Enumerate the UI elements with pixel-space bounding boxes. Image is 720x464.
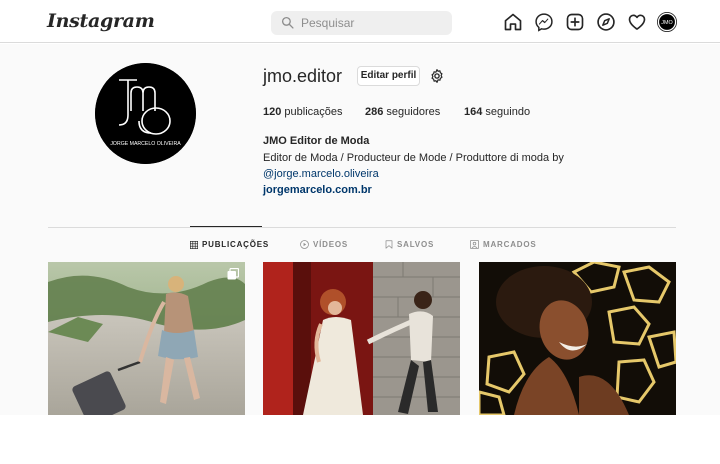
tab-publicacoes[interactable]: PUBLICAÇÕES — [190, 240, 269, 249]
post-thumbnail[interactable] — [479, 262, 676, 415]
page-bottom-area — [0, 415, 720, 464]
followers-label: seguidores — [386, 106, 441, 118]
top-navigation-bar: Instagram Pesquisar JMO — [0, 0, 720, 43]
tab-marcados-label: MARCADOS — [483, 240, 537, 249]
post-image-woman-with-suitcase — [48, 262, 245, 415]
search-input[interactable]: Pesquisar — [271, 11, 452, 35]
posts-label: publicações — [284, 106, 343, 118]
following-stat[interactable]: 164 seguindo — [464, 106, 530, 118]
video-icon — [300, 240, 309, 249]
post-image-fashion-couple — [263, 262, 460, 415]
grid-icon — [190, 240, 198, 249]
active-tab-indicator — [190, 226, 262, 227]
profile-main: JORGE MARCELO OLIVEIRA jmo.editor Editar… — [0, 44, 720, 415]
home-icon[interactable] — [503, 12, 523, 32]
following-count: 164 — [464, 106, 483, 118]
profile-full-name: JMO Editor de Moda — [263, 135, 370, 147]
post-thumbnail[interactable] — [263, 262, 460, 415]
edit-profile-button[interactable]: Editar perfil — [357, 66, 420, 86]
tab-salvos-label: SALVOS — [397, 240, 435, 249]
explore-icon[interactable] — [596, 12, 616, 32]
tab-publicacoes-label: PUBLICAÇÕES — [202, 240, 270, 249]
tab-salvos[interactable]: SALVOS — [385, 240, 434, 249]
messenger-icon[interactable] — [534, 12, 554, 32]
profile-mention-link[interactable]: @jorge.marcelo.oliveira — [263, 168, 379, 180]
instagram-profile-page: Instagram Pesquisar JMO JORGE MARCELO OL… — [0, 0, 720, 464]
activity-heart-icon[interactable] — [627, 12, 647, 32]
tabs-divider — [48, 227, 676, 228]
profile-avatar-icon[interactable]: JMO — [657, 12, 677, 32]
avatar-caption: JORGE MARCELO OLIVEIRA — [110, 141, 181, 147]
jmo-logo-image: JORGE MARCELO OLIVEIRA — [95, 63, 196, 164]
profile-username: jmo.editor — [263, 66, 343, 86]
tab-marcados[interactable]: MARCADOS — [470, 240, 537, 249]
search-placeholder: Pesquisar — [301, 16, 355, 30]
search-icon — [281, 16, 294, 29]
profile-website-link[interactable]: jorgemarcelo.com.br — [263, 184, 372, 196]
bookmark-icon — [385, 240, 393, 249]
tagged-icon — [470, 240, 479, 249]
profile-bio: Editor de Moda / Producteur de Mode / Pr… — [263, 152, 564, 164]
post-thumbnail[interactable] — [48, 262, 245, 415]
following-label: seguindo — [485, 106, 531, 118]
post-image-smiling-woman — [479, 262, 676, 415]
svg-text:JMO: JMO — [661, 20, 672, 26]
profile-avatar[interactable]: JORGE MARCELO OLIVEIRA — [95, 63, 196, 164]
new-post-icon[interactable] — [565, 12, 585, 32]
multiple-photos-icon — [227, 268, 239, 280]
followers-count: 286 — [365, 106, 384, 118]
tab-videos-label: VÍDEOS — [313, 240, 349, 249]
settings-gear-icon[interactable] — [429, 68, 445, 84]
instagram-logo[interactable]: Instagram — [47, 10, 155, 32]
tab-videos[interactable]: VÍDEOS — [300, 240, 348, 249]
followers-stat[interactable]: 286 seguidores — [365, 106, 440, 118]
posts-stat: 120 publicações — [263, 106, 343, 118]
posts-count: 120 — [263, 106, 282, 118]
